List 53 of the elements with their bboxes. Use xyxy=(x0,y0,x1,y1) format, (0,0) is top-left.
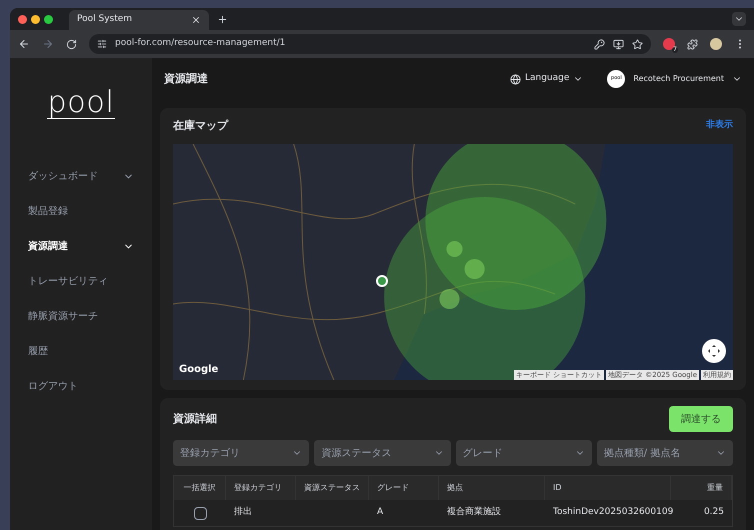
browser-tab[interactable]: Pool System xyxy=(69,10,209,30)
page-title: 資源調達 xyxy=(164,70,208,87)
address-bar[interactable]: pool-for.com/resource-management/1 xyxy=(89,34,651,54)
filter-dropdown[interactable]: グレード xyxy=(456,440,592,466)
column-header: 重量 xyxy=(671,476,732,500)
sidebar-item[interactable]: 履歴 xyxy=(28,343,134,359)
user-name[interactable]: Recotech Procurement xyxy=(633,73,724,85)
column-header: 拠点 xyxy=(439,476,545,500)
card-title: 資源詳細 xyxy=(173,410,217,427)
pool-logo: pool xyxy=(47,88,115,118)
back-icon[interactable] xyxy=(18,38,30,50)
extensions-icon[interactable] xyxy=(687,38,698,50)
key-icon[interactable] xyxy=(594,38,605,50)
site-settings-icon[interactable] xyxy=(97,39,107,49)
maximize-window-icon[interactable] xyxy=(44,14,53,24)
globe-icon xyxy=(510,74,521,84)
close-window-icon[interactable] xyxy=(18,14,27,24)
tab-list-icon[interactable] xyxy=(732,12,746,26)
filter-dropdown[interactable]: 資源ステータス xyxy=(314,440,450,466)
bookmark-icon[interactable] xyxy=(632,38,643,50)
close-tab-icon[interactable] xyxy=(191,15,201,25)
column-header: ID xyxy=(545,476,671,500)
table-cell-text: 排出 xyxy=(234,506,252,520)
url-text: pool-for.com/resource-management/1 xyxy=(115,37,286,50)
new-tab-icon[interactable] xyxy=(217,14,228,24)
profile-avatar-icon[interactable] xyxy=(710,38,722,50)
column-header: 登録カテゴリ xyxy=(226,476,296,500)
sidebar-item[interactable]: ログアウト xyxy=(28,378,134,394)
sidebar-item[interactable]: ダッシュボード xyxy=(28,168,134,184)
column-header: グレード xyxy=(369,476,439,500)
filter-dropdown[interactable]: 登録カテゴリ xyxy=(173,440,310,466)
sidebar-item[interactable]: 静脈資源サーチ xyxy=(28,308,134,324)
table-cell-text: 0.25 xyxy=(704,506,724,520)
table-cell-text: ToshinDev2025032600109 xyxy=(553,506,674,520)
column-header: 一括選択 xyxy=(174,476,226,500)
minimize-window-icon[interactable] xyxy=(31,14,40,24)
google-logo: Google xyxy=(179,363,218,377)
sidebar-item[interactable]: トレーサビリティ xyxy=(28,273,134,289)
install-icon[interactable] xyxy=(613,38,624,50)
hide-link[interactable]: 非表示 xyxy=(706,119,733,133)
table-cell-text: 複合商業施設 xyxy=(447,506,501,520)
row-checkbox[interactable] xyxy=(194,506,206,520)
sidebar-item[interactable]: 製品登録 xyxy=(28,203,134,219)
reload-icon[interactable] xyxy=(66,38,77,50)
fullscreen-icon xyxy=(707,344,721,358)
forward-icon[interactable] xyxy=(42,38,54,50)
column-header: 資源ステータス xyxy=(296,476,369,500)
sidebar-item[interactable]: 資源調達 xyxy=(28,238,134,254)
filter-dropdown[interactable]: 拠点種類/ 拠点名 xyxy=(596,440,733,466)
table-cell-text: A xyxy=(377,506,384,520)
card-title: 在庫マップ xyxy=(173,118,228,134)
language-button[interactable]: Language xyxy=(510,72,584,86)
procure-button[interactable]: 調達する xyxy=(669,406,733,432)
